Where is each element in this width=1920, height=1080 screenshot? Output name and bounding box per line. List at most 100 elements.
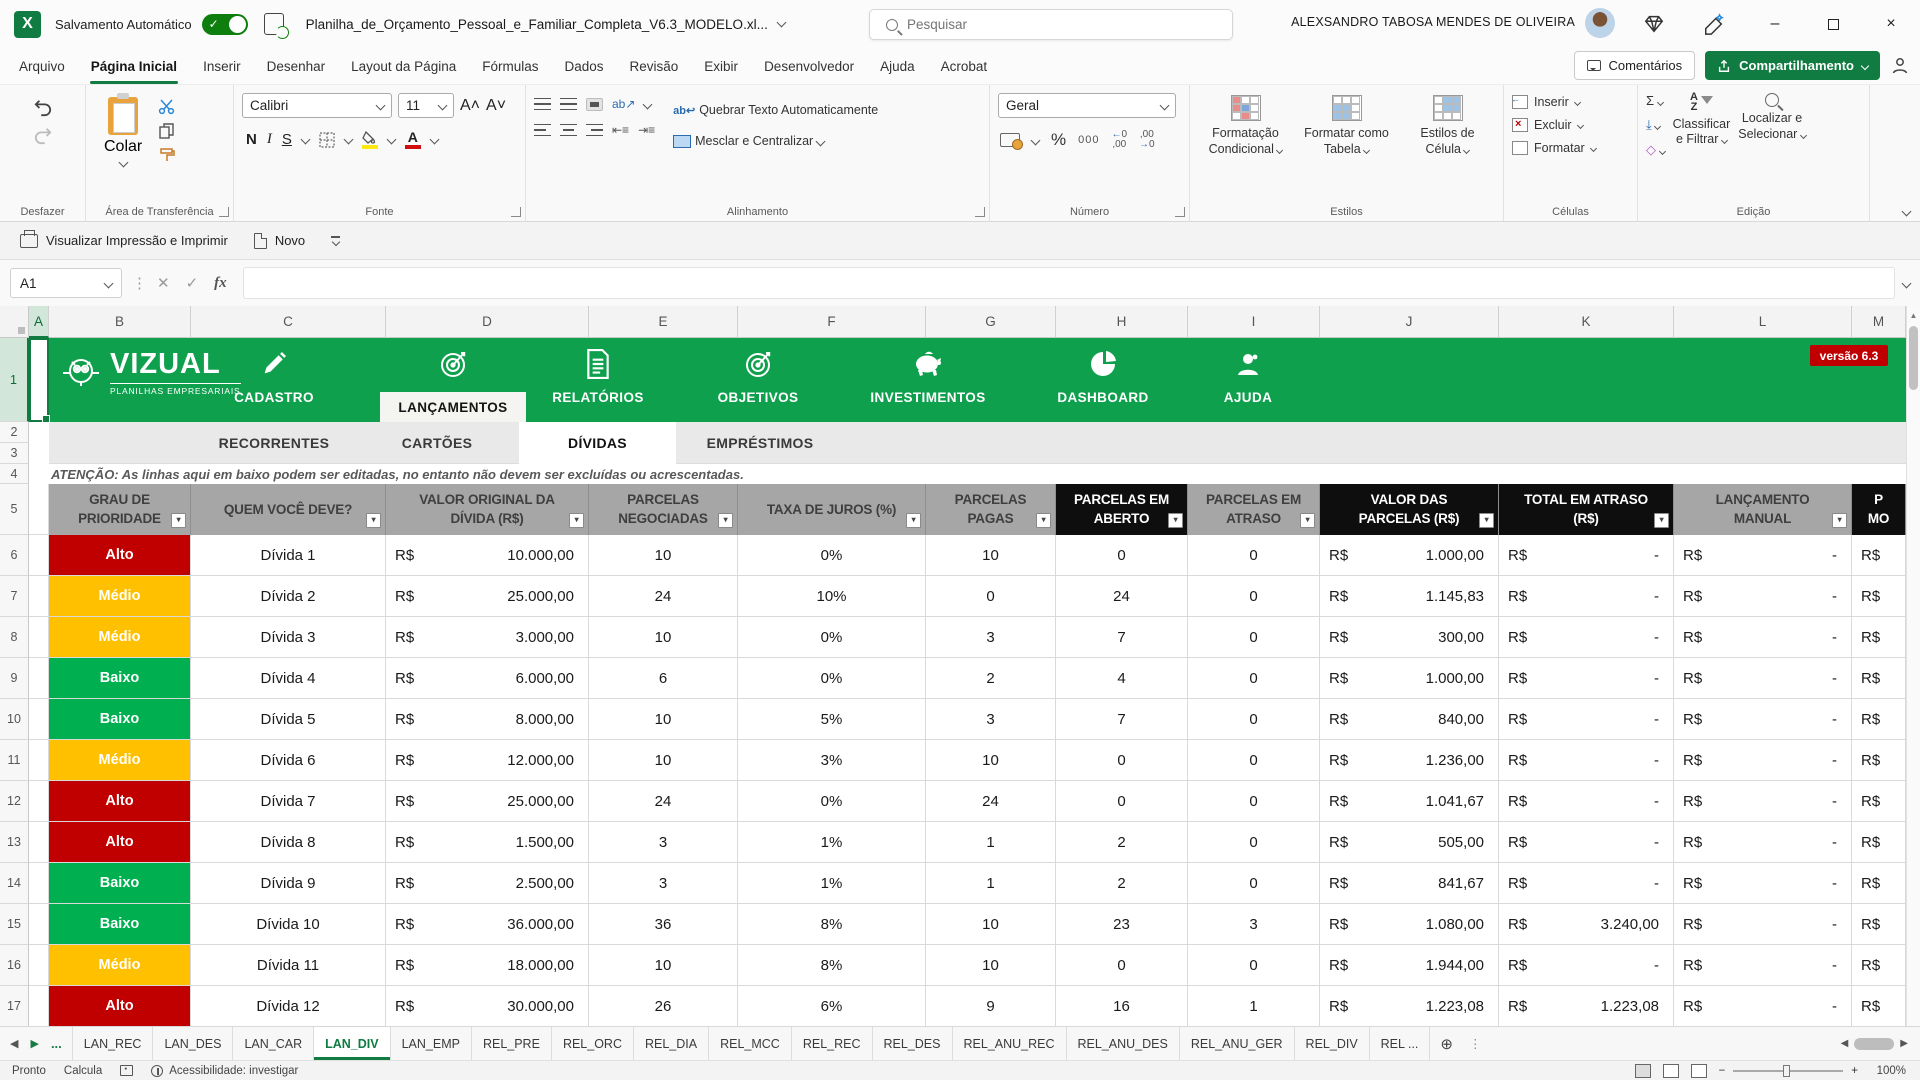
sheet-nav-right-icon[interactable]: ▶ <box>30 1037 38 1050</box>
negotiated-installments-cell[interactable]: 24 <box>589 576 738 617</box>
new-document-button[interactable]: Novo <box>254 233 305 249</box>
fill-color-icon[interactable] <box>362 131 378 149</box>
priority-cell[interactable]: Médio <box>49 576 191 617</box>
creditor-cell[interactable]: Dívida 4 <box>191 658 386 699</box>
clipped-cell[interactable]: R$ <box>1852 740 1906 781</box>
open-installments-cell[interactable]: 24 <box>1056 576 1188 617</box>
decrease-decimal-icon[interactable]: ,00→0 <box>1139 130 1155 150</box>
column-header-h[interactable]: H <box>1056 306 1188 338</box>
total-overdue-cell[interactable]: R$- <box>1499 822 1674 863</box>
filter-dropdown-icon[interactable]: ▾ <box>906 513 921 528</box>
close-button[interactable]: × <box>1862 0 1920 48</box>
menu-item-ajuda[interactable]: AJUDA <box>1173 338 1323 422</box>
filter-dropdown-icon[interactable]: ▾ <box>171 513 186 528</box>
row-header[interactable]: 4 <box>0 464 29 484</box>
vertical-scrollbar[interactable]: ▲ <box>1906 306 1920 1026</box>
expand-formula-bar-icon[interactable] <box>1902 278 1912 288</box>
interest-rate-cell[interactable]: 1% <box>738 822 926 863</box>
negotiated-installments-cell[interactable]: 6 <box>589 658 738 699</box>
zoom-in-icon[interactable]: + <box>1851 1065 1858 1077</box>
clipped-cell[interactable]: R$ <box>1852 781 1906 822</box>
ribbon-tab[interactable]: Layout da Página <box>338 48 469 84</box>
original-value-cell[interactable]: R$30.000,00 <box>386 986 589 1026</box>
align-right-icon[interactable] <box>586 124 603 137</box>
row-header[interactable]: 14 <box>0 863 29 904</box>
dialog-launcher-icon[interactable] <box>511 207 521 217</box>
overdue-installments-cell[interactable]: 0 <box>1188 945 1320 986</box>
manual-entry-cell[interactable]: R$- <box>1674 740 1852 781</box>
sheet-tab[interactable]: REL_PRE <box>472 1027 552 1060</box>
ribbon-tab[interactable]: Inserir <box>190 48 254 84</box>
ribbon-tab[interactable]: Desenvolvedor <box>751 48 867 84</box>
priority-cell[interactable]: Baixo <box>49 863 191 904</box>
excel-logo-icon[interactable]: X <box>14 11 41 38</box>
manual-entry-cell[interactable]: R$- <box>1674 863 1852 904</box>
total-overdue-cell[interactable]: R$- <box>1499 945 1674 986</box>
format-as-table-button[interactable]: Formatar comoTabela <box>1299 95 1394 201</box>
manual-entry-cell[interactable]: R$- <box>1674 781 1852 822</box>
paid-installments-cell[interactable]: 24 <box>926 781 1056 822</box>
interest-rate-cell[interactable]: 6% <box>738 986 926 1026</box>
priority-cell[interactable]: Baixo <box>49 904 191 945</box>
chevron-down-icon[interactable] <box>343 135 353 145</box>
undo-icon[interactable] <box>32 99 54 117</box>
priority-cell[interactable]: Médio <box>49 617 191 658</box>
paid-installments-cell[interactable]: 1 <box>926 863 1056 904</box>
menu-item-dashboard[interactable]: DASHBOARD <box>1028 338 1178 422</box>
clipped-cell[interactable]: R$ <box>1852 863 1906 904</box>
row-header[interactable]: 13 <box>0 822 29 863</box>
sheet-tab[interactable]: REL_DIA <box>634 1027 709 1060</box>
add-sheet-icon[interactable]: ⊕ <box>1430 1027 1463 1060</box>
negotiated-installments-cell[interactable]: 10 <box>589 617 738 658</box>
open-installments-cell[interactable]: 7 <box>1056 617 1188 658</box>
row-header[interactable]: 5 <box>0 484 29 535</box>
sheet-bar-handle[interactable]: ⋮ <box>1463 1027 1488 1060</box>
filter-dropdown-icon[interactable]: ▾ <box>1036 513 1051 528</box>
menu-item-lancamentos[interactable]: LANÇAMENTOS <box>380 338 526 422</box>
interest-rate-cell[interactable]: 0% <box>738 535 926 576</box>
comma-style-icon[interactable]: 000 <box>1078 134 1099 146</box>
clear-button[interactable]: ◇ <box>1646 142 1665 158</box>
manual-entry-cell[interactable]: R$- <box>1674 945 1852 986</box>
creditor-cell[interactable]: Dívida 11 <box>191 945 386 986</box>
format-painter-icon[interactable] <box>158 147 176 163</box>
wrap-text-button[interactable]: ab↩ Quebrar Texto Automaticamente <box>669 101 882 119</box>
clipped-cell[interactable]: R$ <box>1852 658 1906 699</box>
accessibility-status[interactable]: Acessibilidade: investigar <box>151 1065 298 1077</box>
negotiated-installments-cell[interactable]: 10 <box>589 740 738 781</box>
row-header[interactable]: 9 <box>0 658 29 699</box>
align-left-icon[interactable] <box>534 124 551 137</box>
clipped-cell[interactable]: R$ <box>1852 822 1906 863</box>
accounting-format-icon[interactable] <box>1000 133 1020 147</box>
open-installments-cell[interactable]: 23 <box>1056 904 1188 945</box>
save-sync-icon[interactable] <box>264 13 284 35</box>
menu-item-objetivos[interactable]: OBJETIVOS <box>683 338 833 422</box>
total-overdue-cell[interactable]: R$- <box>1499 740 1674 781</box>
page-break-view-icon[interactable] <box>1691 1064 1707 1078</box>
zoom-percent[interactable]: 100% <box>1870 1065 1906 1077</box>
creditor-cell[interactable]: Dívida 3 <box>191 617 386 658</box>
filter-dropdown-icon[interactable]: ▾ <box>1654 513 1669 528</box>
cut-icon[interactable] <box>158 99 176 115</box>
installment-value-cell[interactable]: R$1.944,00 <box>1320 945 1499 986</box>
negotiated-installments-cell[interactable]: 26 <box>589 986 738 1026</box>
restore-button[interactable] <box>1804 0 1862 48</box>
interest-rate-cell[interactable]: 1% <box>738 863 926 904</box>
overdue-installments-cell[interactable]: 0 <box>1188 617 1320 658</box>
copy-icon[interactable] <box>158 123 176 139</box>
font-size-select[interactable]: 11 <box>398 93 454 118</box>
orientation-icon[interactable]: ab↗ <box>612 97 635 111</box>
autosave-toggle[interactable]: ✓ <box>202 14 248 35</box>
interest-rate-cell[interactable]: 8% <box>738 904 926 945</box>
open-installments-cell[interactable]: 4 <box>1056 658 1188 699</box>
sheet-tab[interactable]: REL_ANU_DES <box>1067 1027 1180 1060</box>
paid-installments-cell[interactable]: 1 <box>926 822 1056 863</box>
original-value-cell[interactable]: R$8.000,00 <box>386 699 589 740</box>
scroll-right-icon[interactable]: ▶ <box>1900 1038 1908 1049</box>
column-header-g[interactable]: G <box>926 306 1056 338</box>
priority-cell[interactable]: Alto <box>49 781 191 822</box>
align-top-icon[interactable] <box>534 98 551 111</box>
original-value-cell[interactable]: R$2.500,00 <box>386 863 589 904</box>
open-installments-cell[interactable]: 0 <box>1056 945 1188 986</box>
filter-dropdown-icon[interactable]: ▾ <box>569 513 584 528</box>
